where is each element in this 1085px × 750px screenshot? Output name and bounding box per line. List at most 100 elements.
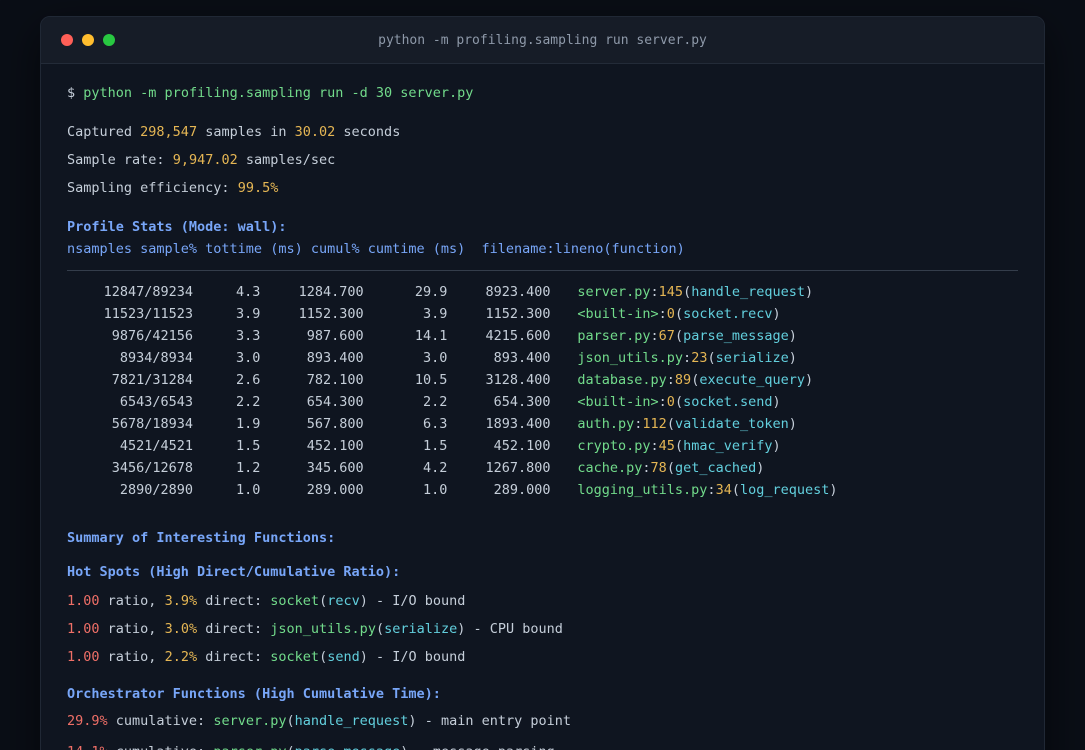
- function-name: parse_message: [683, 328, 789, 344]
- col-cumul-pct: 3.0: [422, 350, 448, 366]
- ratio-value: 1.00: [67, 621, 100, 637]
- col-cumtime: 654.300: [493, 394, 551, 410]
- function-name: handle_request: [691, 284, 805, 300]
- table-row: 6543/6543 2.2 654.300 2.2 654.300 <built…: [67, 391, 1018, 413]
- sample-rate-label: Sample rate:: [67, 152, 165, 168]
- captured-mid: samples in: [205, 124, 287, 140]
- col-cumtime: 1267.800: [485, 460, 551, 476]
- col-nsamples: 5678/18934: [111, 416, 193, 432]
- colon: :: [650, 438, 659, 454]
- lparen: (: [674, 438, 684, 454]
- ratio-value: 1.00: [67, 593, 100, 609]
- lparen: (: [666, 460, 675, 476]
- rparen: ): [805, 372, 814, 388]
- capture-summary: Captured 298,547 samples in 30.02 second…: [67, 118, 1018, 202]
- function-name: log_request: [739, 482, 830, 498]
- col-sample-pct: 1.2: [236, 460, 261, 476]
- col-nsamples: 9876/42156: [111, 328, 193, 344]
- ratio-label: ratio,: [107, 621, 157, 637]
- captured-suffix: seconds: [343, 124, 401, 140]
- file-name: <built-in>: [577, 306, 659, 322]
- table-row: 11523/11523 3.9 1152.300 3.9 1152.300 <b…: [67, 303, 1018, 325]
- col-tottime: 289.000: [306, 482, 364, 498]
- lparen: (: [674, 394, 684, 410]
- ratio-label: ratio,: [107, 593, 157, 609]
- function-name: recv: [327, 593, 360, 609]
- line-number: 45: [658, 438, 675, 454]
- function-name: handle_request: [294, 713, 409, 729]
- col-location: logging_utils.py:34(log_request): [577, 479, 837, 501]
- function-name: execute_query: [699, 372, 805, 388]
- hot-spot-item: 1.00 ratio, 2.2% direct: socket(send) - …: [67, 643, 1018, 671]
- file-name: parser.py: [577, 328, 651, 344]
- hot-spot-item: 1.00 ratio, 3.0% direct: json_utils.py(s…: [67, 615, 1018, 643]
- col-cumul-pct: 14.1: [414, 328, 448, 344]
- col-sample-pct: 3.0: [236, 350, 261, 366]
- file-name: server.py: [213, 713, 287, 729]
- hot-spot-note: - CPU bound: [473, 621, 563, 637]
- rparen: ): [400, 744, 408, 750]
- function-name: send: [327, 649, 360, 665]
- col-tottime: 1152.300: [298, 306, 364, 322]
- command-line: $ python -m profiling.sampling run -d 30…: [67, 82, 1018, 104]
- lparen: (: [707, 350, 716, 366]
- rparen: ): [772, 394, 781, 410]
- line-number: 67: [658, 328, 675, 344]
- window-titlebar[interactable]: python -m profiling.sampling run server.…: [41, 17, 1044, 64]
- direct-label: direct:: [205, 649, 263, 665]
- table-row: 7821/31284 2.6 782.100 10.5 3128.400 dat…: [67, 369, 1018, 391]
- colon: :: [650, 328, 659, 344]
- file-name: <built-in>: [577, 394, 659, 410]
- col-cumul-pct: 1.0: [422, 482, 448, 498]
- lparen: (: [683, 284, 692, 300]
- col-tottime: 893.400: [306, 350, 364, 366]
- stats-columns-header: nsamples sample% tottime (ms) cumul% cum…: [67, 241, 685, 257]
- colon: :: [666, 372, 675, 388]
- file-name: logging_utils.py: [577, 482, 708, 498]
- table-row: 8934/8934 3.0 893.400 3.0 893.400 json_u…: [67, 347, 1018, 369]
- col-cumul-pct: 6.3: [422, 416, 448, 432]
- col-tottime: 987.600: [306, 328, 364, 344]
- line-number: 145: [658, 284, 684, 300]
- function-name: serialize: [715, 350, 789, 366]
- samples-count: 298,547: [140, 124, 198, 140]
- duration-value: 30.02: [294, 124, 336, 140]
- file-name: auth.py: [577, 416, 635, 432]
- lparen: (: [375, 621, 385, 637]
- file-name: json_utils.py: [577, 350, 684, 366]
- rparen: ): [788, 416, 797, 432]
- file-name: server.py: [577, 284, 651, 300]
- col-sample-pct: 1.5: [236, 438, 261, 454]
- table-row: 4521/4521 1.5 452.100 1.5 452.100 crypto…: [67, 435, 1018, 457]
- ratio-label: ratio,: [107, 649, 157, 665]
- col-cumul-pct: 4.2: [422, 460, 448, 476]
- table-row: 9876/42156 3.3 987.600 14.1 4215.600 par…: [67, 325, 1018, 347]
- col-tottime: 567.800: [306, 416, 364, 432]
- maximize-button[interactable]: [103, 34, 115, 46]
- command-text: python -m profiling.sampling run -d 30 s…: [83, 85, 474, 101]
- table-divider: [67, 270, 1018, 271]
- orchestrator-location: server.py(handle_request): [213, 713, 416, 729]
- col-cumtime: 3128.400: [485, 372, 551, 388]
- rparen: ): [756, 460, 765, 476]
- captured-line: Captured 298,547 samples in 30.02 second…: [67, 118, 1018, 146]
- minimize-button[interactable]: [82, 34, 94, 46]
- cumulative-label: cumulative:: [116, 744, 205, 750]
- orchestrators-heading: Orchestrator Functions (High Cumulative …: [67, 686, 441, 702]
- lparen: (: [674, 306, 684, 322]
- col-sample-pct: 2.6: [236, 372, 261, 388]
- col-nsamples: 7821/31284: [111, 372, 193, 388]
- col-location: <built-in>:0(socket.recv): [577, 303, 780, 325]
- col-cumul-pct: 29.9: [414, 284, 448, 300]
- col-cumtime: 4215.600: [485, 328, 551, 344]
- line-number: 23: [691, 350, 708, 366]
- table-row: 2890/2890 1.0 289.000 1.0 289.000 loggin…: [67, 479, 1018, 501]
- col-cumtime: 452.100: [493, 438, 551, 454]
- col-tottime: 345.600: [306, 460, 364, 476]
- rparen: ): [772, 306, 781, 322]
- col-location: auth.py:112(validate_token): [577, 413, 797, 435]
- col-sample-pct: 3.9: [236, 306, 261, 322]
- table-row: 5678/18934 1.9 567.800 6.3 1893.400 auth…: [67, 413, 1018, 435]
- close-button[interactable]: [61, 34, 73, 46]
- lparen: (: [286, 744, 294, 750]
